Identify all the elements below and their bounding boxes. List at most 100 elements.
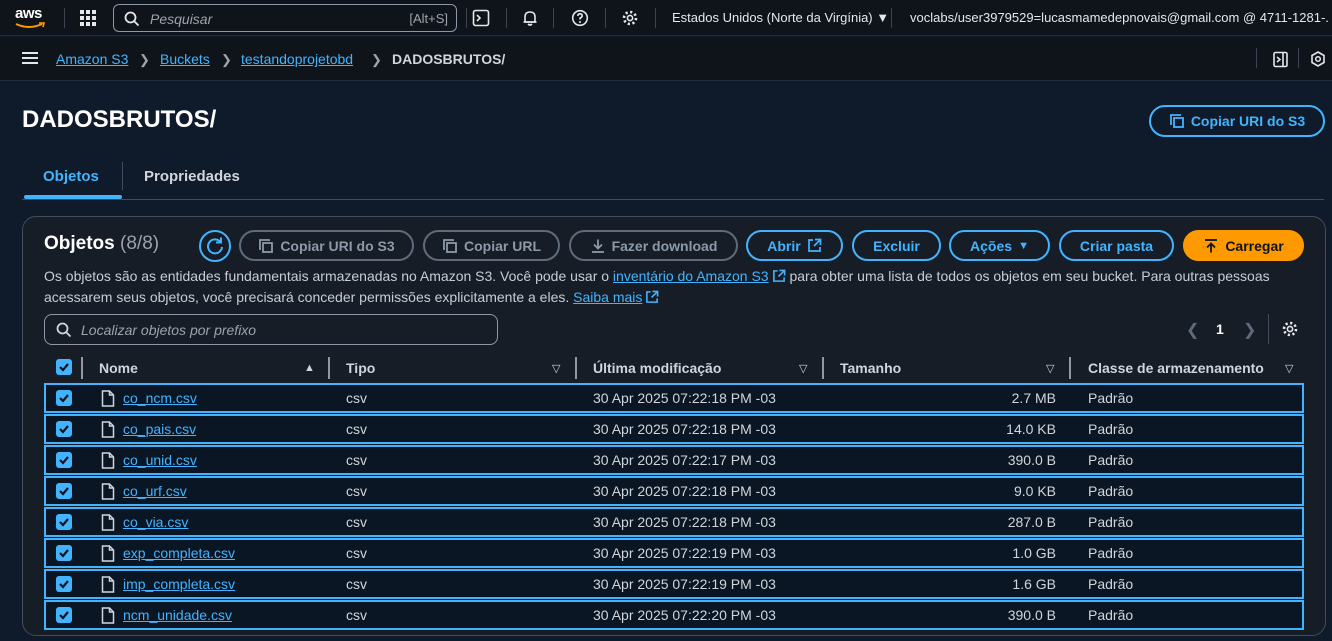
copy-s3-uri-toolbar-button[interactable]: Copiar URI do S3 — [239, 230, 414, 261]
table-row[interactable]: co_unid.csv csv 30 Apr 2025 07:22:17 PM -0… — [44, 445, 1304, 475]
column-header-name[interactable]: Nome — [99, 360, 138, 376]
column-header-size[interactable]: Tamanho — [840, 360, 901, 376]
object-last-modified: 30 Apr 2025 07:22:19 PM -03 — [593, 545, 776, 561]
object-name-link[interactable]: co_via.csv — [123, 514, 188, 530]
row-checkbox[interactable] — [56, 452, 72, 468]
breadcrumb-buckets[interactable]: Buckets — [160, 51, 210, 67]
object-storage-class: Padrão — [1088, 607, 1134, 623]
tab-propriedades[interactable]: Propriedades — [144, 168, 240, 185]
actions-dropdown[interactable]: Ações ▼ — [949, 230, 1050, 261]
table-row[interactable]: co_ncm.csv csv 30 Apr 2025 07:22:18 PM -03… — [44, 383, 1304, 413]
object-name-link[interactable]: co_ncm.csv — [123, 390, 197, 406]
objects-heading: Objetos (8/8) — [44, 233, 160, 254]
checkmark-icon — [59, 611, 69, 620]
object-name-link[interactable]: co_unid.csv — [123, 452, 197, 468]
open-button[interactable]: Abrir — [746, 230, 843, 261]
object-name-link[interactable]: imp_completa.csv — [123, 576, 235, 592]
object-name-link[interactable]: co_pais.csv — [123, 421, 196, 437]
table-settings-gear-icon[interactable] — [1281, 320, 1299, 338]
search-placeholder: Pesquisar — [150, 11, 213, 27]
copy-url-button[interactable]: Copiar URL — [423, 230, 560, 261]
download-button[interactable]: Fazer download — [569, 230, 738, 261]
object-name-link[interactable]: co_urf.csv — [123, 483, 187, 499]
row-checkbox[interactable] — [56, 390, 72, 406]
object-last-modified: 30 Apr 2025 07:22:18 PM -03 — [593, 421, 776, 437]
row-checkbox[interactable] — [56, 421, 72, 437]
table-row[interactable]: co_urf.csv csv 30 Apr 2025 07:22:18 PM -03… — [44, 476, 1304, 506]
create-folder-button[interactable]: Criar pasta — [1059, 230, 1174, 261]
column-header-type[interactable]: Tipo — [346, 360, 375, 376]
object-last-modified: 30 Apr 2025 07:22:18 PM -03 — [593, 483, 776, 499]
file-icon — [101, 607, 115, 624]
object-storage-class: Padrão — [1088, 514, 1134, 530]
breadcrumb-bucket[interactable]: testandoprojetobd — [241, 51, 353, 67]
breadcrumb-bar: Amazon S3 ❯ Buckets ❯ testandoprojetobd … — [0, 37, 1332, 81]
row-checkbox[interactable] — [56, 607, 72, 623]
object-name-link[interactable]: exp_completa.csv — [123, 545, 235, 561]
column-header-storage-class[interactable]: Classe de armazenamento — [1088, 360, 1264, 376]
table-row[interactable]: exp_completa.csv csv 30 Apr 2025 07:22:19 … — [44, 538, 1304, 568]
hexagon-icon[interactable] — [1310, 51, 1326, 67]
object-size: 9.0 KB — [1013, 483, 1056, 499]
object-type: csv — [346, 390, 367, 406]
table-row[interactable]: co_pais.csv csv 30 Apr 2025 07:22:18 PM -0… — [44, 414, 1304, 444]
menu-icon[interactable] — [22, 52, 38, 64]
aws-logo[interactable]: aws — [14, 5, 50, 31]
previous-page-icon[interactable]: ❮ — [1186, 320, 1199, 340]
object-storage-class: Padrão — [1088, 576, 1134, 592]
bell-icon[interactable] — [521, 9, 539, 27]
page-title: DADOSBRUTOS/ — [22, 106, 217, 133]
row-checkbox[interactable] — [56, 545, 72, 561]
table-row[interactable]: ncm_unidade.csv csv 30 Apr 2025 07:22:20 P… — [44, 600, 1304, 630]
delete-button[interactable]: Excluir — [852, 230, 941, 261]
learn-more-link[interactable]: Saiba mais — [573, 289, 642, 305]
account-menu[interactable]: voclabs/user3979529=lucasmamedepnovais@g… — [910, 10, 1330, 25]
object-size: 2.7 MB — [1011, 390, 1056, 406]
current-page-number[interactable]: 1 — [1216, 321, 1224, 337]
column-header-modified[interactable]: Última modificação — [593, 360, 721, 376]
file-icon — [101, 421, 115, 438]
global-search-input[interactable]: Pesquisar [Alt+S] — [113, 4, 457, 32]
object-last-modified: 30 Apr 2025 07:22:20 PM -03 — [593, 607, 776, 623]
breadcrumb-amazon-s3[interactable]: Amazon S3 — [56, 51, 128, 67]
top-navigation: aws Pesquisar [Alt+S] Estados Unidos (No… — [0, 0, 1332, 36]
s3-inventory-link[interactable]: inventário do Amazon S3 — [613, 268, 769, 284]
object-type: csv — [346, 514, 367, 530]
sort-icon[interactable]: ▽ — [552, 362, 560, 375]
chevron-right-icon: ❯ — [221, 52, 232, 67]
refresh-button[interactable] — [199, 230, 231, 262]
upload-icon — [1205, 238, 1218, 252]
copy-icon — [259, 238, 274, 253]
prefix-search-input[interactable]: Localizar objetos por prefixo — [44, 314, 498, 345]
chevron-right-icon: ❯ — [139, 52, 150, 67]
table-row[interactable]: imp_completa.csv csv 30 Apr 2025 07:22:19 … — [44, 569, 1304, 599]
chevron-right-icon: ❯ — [371, 52, 382, 67]
row-checkbox[interactable] — [56, 483, 72, 499]
upload-button[interactable]: Carregar — [1183, 230, 1304, 261]
table-row[interactable]: co_via.csv csv 30 Apr 2025 07:22:18 PM -03… — [44, 507, 1304, 537]
services-grid-icon[interactable] — [80, 10, 96, 26]
object-type: csv — [346, 483, 367, 499]
sort-ascending-icon[interactable]: ▲ — [304, 362, 315, 374]
sort-icon[interactable]: ▽ — [1046, 362, 1054, 375]
next-page-icon[interactable]: ❯ — [1243, 320, 1256, 340]
file-icon — [101, 483, 115, 500]
object-size: 390.0 B — [1007, 607, 1056, 623]
sort-icon[interactable]: ▽ — [1285, 362, 1293, 375]
object-size: 14.0 KB — [1006, 421, 1056, 437]
select-all-checkbox[interactable] — [56, 359, 72, 375]
row-checkbox[interactable] — [56, 514, 72, 530]
checkmark-icon — [59, 580, 69, 589]
objects-description: Os objetos são as entidades fundamentais… — [44, 268, 1270, 305]
region-selector[interactable]: Estados Unidos (Norte da Virgínia) ▼ — [672, 10, 889, 25]
object-last-modified: 30 Apr 2025 07:22:18 PM -03 — [593, 390, 776, 406]
tab-objetos[interactable]: Objetos — [43, 168, 99, 185]
object-name-link[interactable]: ncm_unidade.csv — [123, 607, 232, 623]
side-panel-icon[interactable] — [1272, 51, 1289, 68]
cloudshell-icon[interactable] — [472, 9, 490, 27]
row-checkbox[interactable] — [56, 576, 72, 592]
copy-s3-uri-button[interactable]: Copiar URI do S3 — [1149, 105, 1325, 137]
help-icon[interactable] — [571, 9, 589, 27]
settings-gear-icon[interactable] — [621, 9, 639, 27]
sort-icon[interactable]: ▽ — [799, 362, 807, 375]
